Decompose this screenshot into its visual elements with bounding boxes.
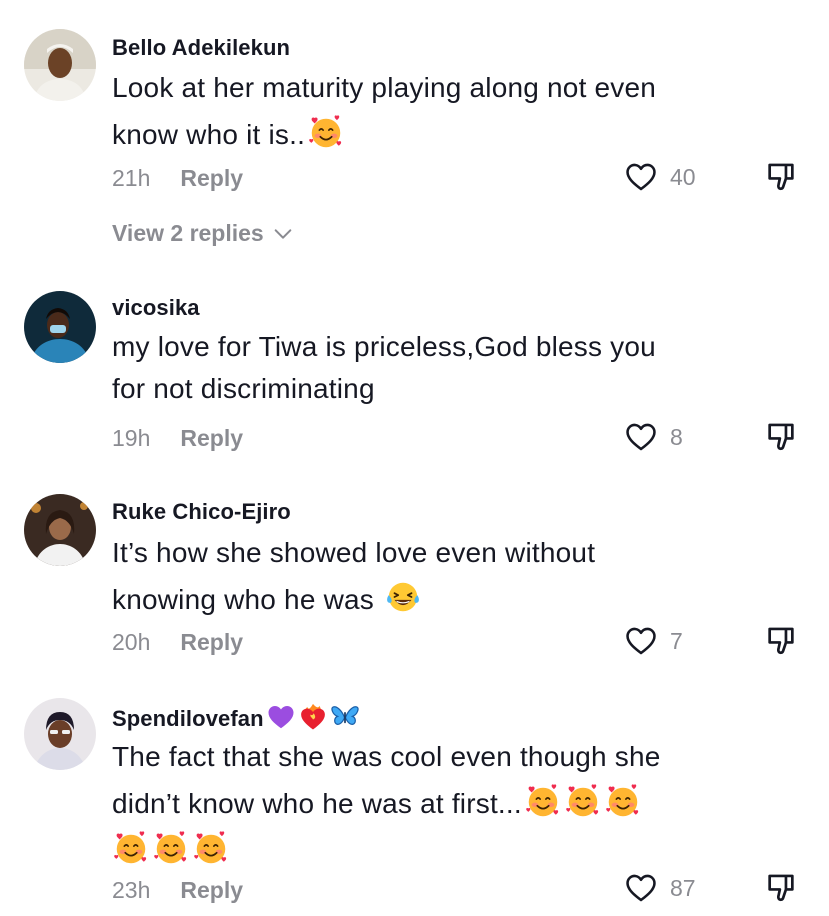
heart-outline-icon: [624, 624, 658, 658]
reply-button[interactable]: Reply: [180, 877, 243, 903]
like-button[interactable]: 7: [624, 624, 683, 658]
comment-meta: 19h Reply: [112, 425, 243, 452]
chevron-down-icon: [274, 228, 292, 239]
purple-heart-emoji: [266, 702, 296, 732]
view-replies-label: View 2 replies: [112, 220, 264, 246]
heart-outline-icon: [624, 871, 658, 905]
comment-text: Look at her maturity playing along not e…: [112, 64, 752, 158]
comment-meta: 23h Reply: [112, 877, 243, 904]
like-count: 7: [670, 627, 683, 654]
comment-username[interactable]: vicosika: [112, 295, 200, 321]
comment-text-line: know who it is..: [112, 111, 752, 158]
heart-on-fire-emoji: [298, 702, 328, 732]
comment-time: 21h: [112, 165, 151, 191]
thumbs-down-outline-icon[interactable]: [764, 160, 798, 194]
comment-text: It’s how she showed love even without kn…: [112, 529, 752, 623]
comment-meta: 21h Reply: [112, 165, 243, 192]
comment-emoji-line: [110, 827, 752, 874]
like-button[interactable]: 40: [624, 160, 696, 194]
smiling-face-with-hearts-emoji: [192, 829, 230, 867]
face-with-tears-of-joy-emoji: [384, 578, 422, 616]
comment-time: 20h: [112, 629, 151, 655]
like-button[interactable]: 87: [624, 871, 696, 905]
comment-text-line: knowing who he was: [112, 576, 752, 623]
thumbs-down-outline-icon[interactable]: [764, 420, 798, 454]
comment-text: The fact that she was cool even though s…: [112, 733, 752, 874]
comment-time: 23h: [112, 877, 151, 903]
heart-outline-icon: [624, 160, 658, 194]
comment-username[interactable]: Ruke Chico-Ejiro: [112, 499, 291, 525]
thumbs-down-outline-icon[interactable]: [764, 624, 798, 658]
avatar[interactable]: [24, 698, 96, 770]
reply-button[interactable]: Reply: [180, 425, 243, 451]
comment-username[interactable]: Bello Adekilekun: [112, 35, 290, 61]
smiling-face-with-hearts-emoji: [152, 829, 190, 867]
heart-outline-icon: [624, 420, 658, 454]
comment-text-line: It’s how she showed love even without: [112, 537, 596, 568]
smiling-face-with-hearts-emoji: [112, 829, 150, 867]
comment-text-line: didn’t know who he was at first...: [112, 780, 752, 827]
comment-username[interactable]: Spendilovefan: [112, 702, 360, 732]
smiling-face-with-hearts-emoji: [564, 782, 602, 820]
thumbs-down-outline-icon[interactable]: [764, 871, 798, 905]
smiling-face-with-hearts-emoji: [524, 782, 562, 820]
comment-text-line: The fact that she was cool even though s…: [112, 741, 661, 772]
like-count: 40: [670, 163, 696, 190]
reply-button[interactable]: Reply: [180, 165, 243, 191]
butterfly-emoji: [330, 702, 360, 732]
comment-text-line: Look at her maturity playing along not e…: [112, 72, 657, 103]
avatar[interactable]: [24, 494, 96, 566]
avatar[interactable]: [24, 29, 96, 101]
like-button[interactable]: 8: [624, 420, 683, 454]
smiling-face-with-hearts-emoji: [604, 782, 642, 820]
comment-text-line: my love for Tiwa is priceless,God bless …: [112, 331, 656, 362]
smiling-face-with-hearts-emoji: [307, 113, 345, 151]
like-count: 87: [670, 874, 696, 901]
view-replies-button[interactable]: View 2 replies: [112, 220, 294, 247]
comment-text: my love for Tiwa is priceless,God bless …: [112, 326, 752, 410]
avatar[interactable]: [24, 291, 96, 363]
comment-meta: 20h Reply: [112, 629, 243, 656]
comment-time: 19h: [112, 425, 151, 451]
comment-text-line: for not discriminating: [112, 373, 375, 404]
reply-button[interactable]: Reply: [180, 629, 243, 655]
like-count: 8: [670, 423, 683, 450]
